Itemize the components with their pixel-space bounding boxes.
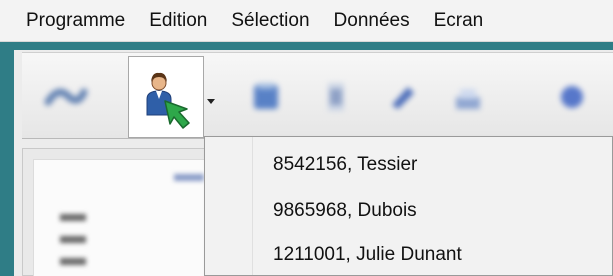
menu-selection[interactable]: Sélection [219, 0, 321, 41]
blurred-header [174, 174, 204, 181]
menu-gutter [205, 137, 253, 275]
menu-ecran[interactable]: Ecran [422, 0, 496, 41]
user-select-button[interactable] [128, 56, 204, 138]
menu-bar: Programme Edition Sélection Données Ecra… [0, 0, 613, 42]
blurred-doc-icon [328, 83, 344, 111]
toolbar [22, 52, 613, 139]
patient-dropdown-menu: 8542156, Tessier 9865968, Dubois 1211001… [204, 136, 613, 276]
record-list-panel [22, 148, 210, 276]
blurred-row [60, 236, 86, 243]
dropdown-arrow-icon[interactable] [207, 99, 215, 104]
blurred-row [60, 214, 86, 221]
dropdown-item-tessier[interactable]: 8542156, Tessier [273, 154, 417, 176]
menu-programme[interactable]: Programme [0, 0, 137, 41]
blurred-arrow-icon [44, 88, 88, 106]
user-arrow-icon [146, 72, 190, 129]
toolbar-button-4[interactable] [306, 65, 366, 129]
blurred-row [60, 258, 86, 265]
toolbar-button-5[interactable] [372, 65, 432, 129]
toolbar-button-6[interactable] [438, 65, 498, 129]
toolbar-button-1[interactable] [36, 65, 96, 129]
blurred-globe-icon [561, 86, 583, 108]
toolbar-button-3[interactable] [236, 65, 296, 129]
toolbar-button-7[interactable] [542, 65, 602, 129]
blurred-book-icon [254, 83, 278, 109]
menu-edition[interactable]: Edition [137, 0, 219, 41]
dropdown-item-dunant[interactable]: 1211001, Julie Dunant [273, 244, 462, 266]
record-list [33, 159, 209, 276]
blurred-tray-icon [456, 89, 480, 109]
menu-donnees[interactable]: Données [322, 0, 422, 41]
blurred-pen-icon [392, 87, 414, 109]
dropdown-item-dubois[interactable]: 9865968, Dubois [273, 200, 417, 222]
